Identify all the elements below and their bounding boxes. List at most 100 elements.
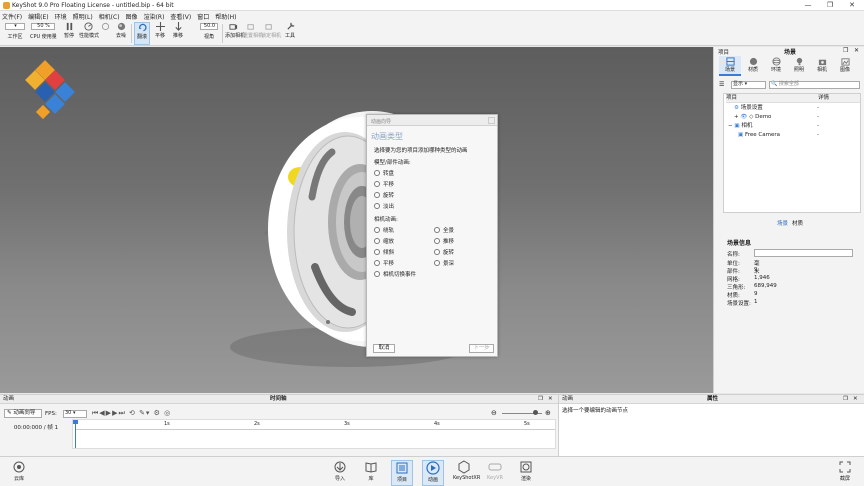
tab-image[interactable]: 图像 <box>834 56 856 76</box>
zoom-out-icon[interactable]: ⊖ <box>491 409 497 417</box>
tab-scene[interactable]: 场景 <box>719 56 741 76</box>
menu-file[interactable]: 文件(F) <box>2 12 22 21</box>
dialog-close-button[interactable] <box>488 117 495 124</box>
properties-float-icon[interactable]: ❐ <box>843 395 848 404</box>
menu-environment[interactable]: 环境 <box>55 12 67 21</box>
scene-name-input[interactable] <box>754 249 853 257</box>
tree-item-detail: - <box>817 132 819 138</box>
close-button[interactable]: ✕ <box>842 1 862 10</box>
menu-camera[interactable]: 相机(C) <box>99 12 120 21</box>
radio-camera-rotate[interactable]: 旋转 <box>434 248 454 256</box>
animation-float-icon[interactable]: ❐ <box>538 395 543 404</box>
tree-item-free-camera[interactable]: ▣ Free Camera - <box>738 131 858 140</box>
workspace-select[interactable]: ▾ <box>5 23 25 30</box>
tumble-icon <box>138 23 147 32</box>
radio-dolly[interactable]: 推移 <box>434 237 454 245</box>
panel-float-icon[interactable]: ❐ <box>843 47 848 54</box>
keyvr-button[interactable]: KeyVR <box>484 460 506 486</box>
display-select-value: 显示 <box>733 81 744 87</box>
render-viewport[interactable] <box>0 47 713 393</box>
properties-panel-header: 动画 属性 ❐ ✕ <box>559 395 864 404</box>
tree-item-label: Free Camera <box>744 132 780 138</box>
zoom-in-icon[interactable]: ⊕ <box>545 409 551 417</box>
add-camera-button[interactable]: 添加相机 <box>225 22 245 45</box>
menu-edit[interactable]: 编辑(E) <box>28 12 48 21</box>
import-button[interactable]: 导入 <box>329 460 351 486</box>
animation-panel-title: 动画 <box>3 396 15 402</box>
radio-model-rotate[interactable]: 旋转 <box>374 191 394 199</box>
render-button[interactable]: 渲染 <box>515 460 537 486</box>
project-button[interactable]: 项目 <box>391 460 413 486</box>
tab-lighting[interactable]: 照明 <box>788 56 810 76</box>
fps-select[interactable]: 30 ▾ <box>63 410 87 418</box>
cloud-library-button[interactable]: 云库 <box>8 460 30 486</box>
radio-circle <box>374 170 380 176</box>
playhead-marker[interactable] <box>73 420 78 424</box>
radio-depth-of-field[interactable]: 景深 <box>434 259 454 267</box>
panel-close-icon[interactable]: ✕ <box>854 47 859 54</box>
subtab-scene[interactable]: 场景 <box>777 219 788 227</box>
fov-input[interactable]: 50.0 <box>200 23 218 30</box>
next-button[interactable]: 下一步 <box>469 344 494 353</box>
playhead[interactable] <box>75 420 76 448</box>
denoise-icon <box>117 22 125 31</box>
workspace-button[interactable]: ▾ 工作区 <box>3 22 27 45</box>
reset-camera-button[interactable]: 重置相机 <box>243 22 263 45</box>
tree-item-scene-settings[interactable]: ⚙ 场景设置 - <box>734 104 858 113</box>
pause-button[interactable]: 暂停 <box>60 22 78 45</box>
radio-panorama[interactable]: 全景 <box>434 226 454 234</box>
tree-item-demo[interactable]: + 👁 ◇ Demo - <box>734 113 858 122</box>
menu-lighting[interactable]: 照明(L) <box>73 12 93 21</box>
radio-circle <box>434 238 440 244</box>
timeline-track[interactable]: 1s 2s 3s 4s 5s <box>72 419 556 449</box>
keyshotxr-button[interactable]: KeyShotXR <box>453 460 480 486</box>
zoom-slider-handle[interactable] <box>533 410 538 415</box>
tab-environment[interactable]: 环境 <box>765 56 787 76</box>
menu-window[interactable]: 窗口 <box>197 12 209 21</box>
subtab-material[interactable]: 材质 <box>792 219 803 227</box>
performance-mode-button[interactable]: 性能模式 <box>79 22 99 45</box>
tumble-button[interactable]: 翻滚 <box>134 22 150 45</box>
radio-turntable[interactable]: 转盘 <box>374 169 394 177</box>
dolly-button[interactable]: 推移 <box>170 22 186 45</box>
cancel-button[interactable]: 取消 <box>373 344 395 353</box>
radio-orbit[interactable]: 绕轨 <box>374 226 394 234</box>
properties-panel: 动画 属性 ❐ ✕ 选择一个要编辑的动画节点 <box>558 394 864 456</box>
properties-message: 选择一个要编辑的动画节点 <box>562 408 629 414</box>
tab-camera[interactable]: 相机 <box>811 56 833 76</box>
radio-model-translate[interactable]: 平移 <box>374 180 394 188</box>
tab-material[interactable]: 材质 <box>742 56 764 76</box>
display-select[interactable]: 显示 ▾ <box>731 81 766 89</box>
radio-camera-switch-event[interactable]: 相机切换事件 <box>374 270 416 278</box>
menu-image[interactable]: 图像 <box>126 12 138 21</box>
pan-button[interactable]: 平移 <box>152 22 168 45</box>
menu-help[interactable]: 帮助(H) <box>215 12 236 21</box>
scene-tree: 项目 详情 ⚙ 场景设置 - + 👁 ◇ Demo - − ▣ 相机 - ▣ Free… <box>723 93 861 213</box>
radio-fade[interactable]: 淡出 <box>374 202 394 210</box>
denoise-button[interactable]: 去噪 <box>113 22 129 45</box>
animation-wizard-button[interactable]: ✎ 动画向导 <box>4 409 42 418</box>
animation-close-icon[interactable]: ✕ <box>548 395 553 404</box>
library-button[interactable]: 库 <box>360 460 382 486</box>
field-of-view-control[interactable]: 50.0 视角 <box>198 22 220 45</box>
cpu-usage-select[interactable]: 50 % <box>31 23 55 30</box>
properties-close-icon[interactable]: ✕ <box>853 395 858 404</box>
radio-camera-translate[interactable]: 平移 <box>374 259 394 267</box>
tree-icon[interactable]: ☰ <box>719 81 730 89</box>
animation-wizard-dialog: 动画向导 动画类型 选择要为您的项目添加哪种类型的动画 模型/部件动画: 转盘 … <box>366 114 498 357</box>
maximize-button[interactable]: ❐ <box>820 1 840 10</box>
playback-controls[interactable]: ⏮◀▶▶⏭ ⟲ ✎▾ ⚙ ◎ <box>92 409 171 418</box>
radio-zoom[interactable]: 缩放 <box>374 237 394 245</box>
minimize-button[interactable]: — <box>798 1 818 10</box>
search-input[interactable]: 🔍 搜索全部 <box>769 81 860 89</box>
lock-camera-button[interactable]: 锁定相机 <box>261 22 281 45</box>
menu-render[interactable]: 渲染(R) <box>144 12 165 21</box>
tree-item-cameras[interactable]: − ▣ 相机 - <box>728 122 858 131</box>
animation-button[interactable]: 动画 <box>422 460 444 486</box>
radio-inclination[interactable]: 倾斜 <box>374 248 394 256</box>
region-button[interactable] <box>98 22 112 45</box>
screenshot-button[interactable]: 截屏 <box>834 460 856 486</box>
tools-button[interactable]: 工具 <box>282 22 298 45</box>
cpu-usage-control[interactable]: 50 % CPU 使用量 <box>30 22 57 45</box>
menu-view[interactable]: 查看(V) <box>170 12 191 21</box>
